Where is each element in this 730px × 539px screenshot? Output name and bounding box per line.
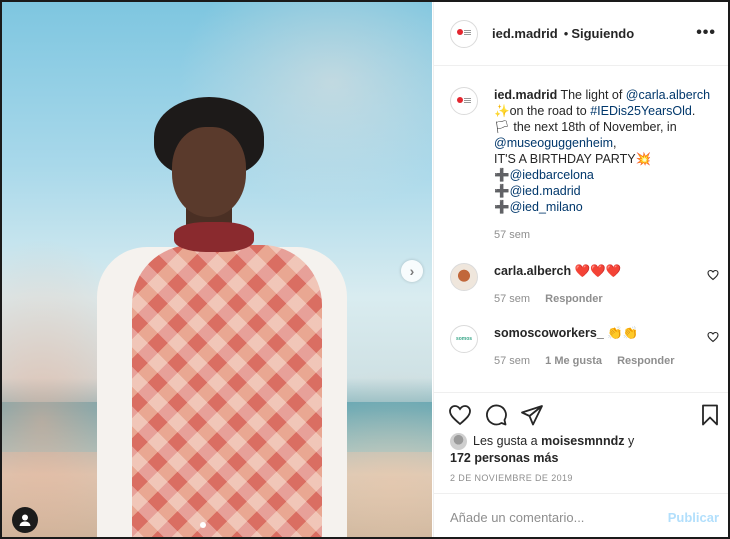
caption-username-link[interactable]: ied.madrid (494, 88, 557, 102)
photo-face (172, 127, 246, 217)
account-avatar[interactable] (450, 19, 478, 48)
tagged-user-button[interactable] (12, 507, 38, 533)
plus-icon: ➕ (494, 184, 510, 198)
collision-emoji: 💥 (635, 152, 652, 166)
comment-body: carla.alberch ❤️❤️❤️ 57 sem Responder (494, 263, 726, 307)
caption-text: The light of (560, 88, 626, 102)
comment-likes-link[interactable]: 1 Me gusta (545, 355, 602, 367)
following-button[interactable]: Siguiendo (571, 26, 634, 41)
next-photo-button[interactable]: › (401, 260, 423, 282)
header-separator: • (563, 26, 569, 41)
comment-time-link[interactable]: 57 sem (494, 355, 530, 367)
caption-text: the next 18th of November, in (509, 120, 677, 134)
caption-text: , (613, 136, 617, 150)
mention-museum-link[interactable]: @museoguggenheim (494, 136, 613, 150)
commenter-avatar[interactable]: somos (450, 325, 478, 353)
like-comment-heart-icon[interactable] (707, 269, 719, 281)
bookmark-icon[interactable] (698, 403, 722, 427)
post-photo[interactable]: › (2, 2, 432, 537)
comment-bubble-icon[interactable] (484, 403, 508, 427)
caption-text: . (691, 104, 696, 118)
caption-avatar[interactable] (450, 87, 478, 115)
comment-text: ❤️❤️❤️ (574, 264, 622, 278)
comment-body: somoscoworkers_ 👏👏 57 sem 1 Me gusta Res… (494, 325, 726, 369)
sparkles-emoji: ✨ (494, 104, 510, 118)
photo-model (92, 97, 352, 537)
reply-button[interactable]: Responder (545, 293, 602, 305)
plus-icon: ➕ (494, 168, 510, 182)
caption-text: on the road to (509, 104, 591, 118)
avatar-logo-text: somos (455, 336, 473, 342)
comments-list[interactable]: ied.madrid The light of @carla.alberch ✨… (434, 67, 728, 392)
more-dots-icon[interactable]: ••• (696, 24, 716, 42)
post-side-panel: ied.madrid • Siguiendo ••• ied.madrid Th… (433, 2, 728, 537)
photo-knit-vest (132, 245, 322, 537)
liker-username-link[interactable]: moisesmnndz (541, 434, 624, 448)
likes-joiner: y (624, 434, 635, 448)
mention-milano-link[interactable]: @ied_milano (510, 200, 583, 214)
user-icon (19, 514, 31, 526)
ied-logo-icon (457, 96, 471, 106)
like-comment-heart-icon[interactable] (707, 331, 719, 343)
add-comment-input[interactable]: Añade un comentario... (450, 510, 584, 525)
reply-button[interactable]: Responder (617, 355, 674, 367)
caption-text: IT'S A BIRTHDAY PARTY (494, 152, 636, 166)
ied-logo-icon (457, 29, 471, 38)
publish-button[interactable]: Publicar (668, 510, 719, 525)
post-header: ied.madrid • Siguiendo ••• (434, 2, 728, 66)
flag-emoji: 🏳 (494, 120, 510, 134)
commenter-username-link[interactable]: carla.alberch (494, 264, 571, 278)
action-icons-row (448, 403, 720, 429)
liker-avatar[interactable] (450, 433, 467, 451)
share-paper-plane-icon[interactable] (520, 403, 544, 427)
post-actions: Les gusta a moisesmnndz y 172 personas m… (434, 392, 728, 537)
caption-meta: 57 sem (494, 227, 726, 243)
commenter-username-link[interactable]: somoscoworkers_ (494, 326, 604, 340)
mention-madrid-link[interactable]: @ied.madrid (510, 184, 581, 198)
carousel-dot (200, 522, 206, 528)
comment-meta: 57 sem 1 Me gusta Responder (494, 353, 726, 369)
photo-collar (174, 222, 254, 252)
chevron-right-icon: › (409, 263, 415, 279)
plus-icon: ➕ (494, 200, 510, 214)
comment-meta: 57 sem Responder (494, 291, 726, 307)
heart-icon[interactable] (448, 403, 472, 427)
account-name-link[interactable]: ied.madrid (492, 26, 558, 41)
comment-text: 👏👏 (607, 326, 639, 340)
instagram-post-modal: › ied.madrid • Siguiendo ••• ied.madrid … (0, 0, 730, 539)
add-comment-bar: Añade un comentario... Publicar (434, 493, 728, 537)
commenter-avatar[interactable] (450, 263, 478, 291)
mention-bcn-link[interactable]: @iedbarcelona (510, 168, 594, 182)
comment-time-link[interactable]: 57 sem (494, 293, 530, 305)
likes-count-link[interactable]: 172 personas más (450, 451, 558, 465)
mention-carla-link[interactable]: @carla.alberch (626, 88, 710, 102)
likes-prefix: Les gusta a (473, 434, 542, 448)
caption-body: ied.madrid The light of @carla.alberch ✨… (494, 87, 726, 243)
hashtag-link[interactable]: #IEDis25YearsOld (590, 104, 692, 118)
likes-summary: Les gusta a moisesmnndz y 172 personas m… (450, 433, 720, 467)
post-date[interactable]: 2 DE NOVIEMBRE DE 2019 (450, 473, 573, 483)
caption-time-link[interactable]: 57 sem (494, 229, 530, 241)
